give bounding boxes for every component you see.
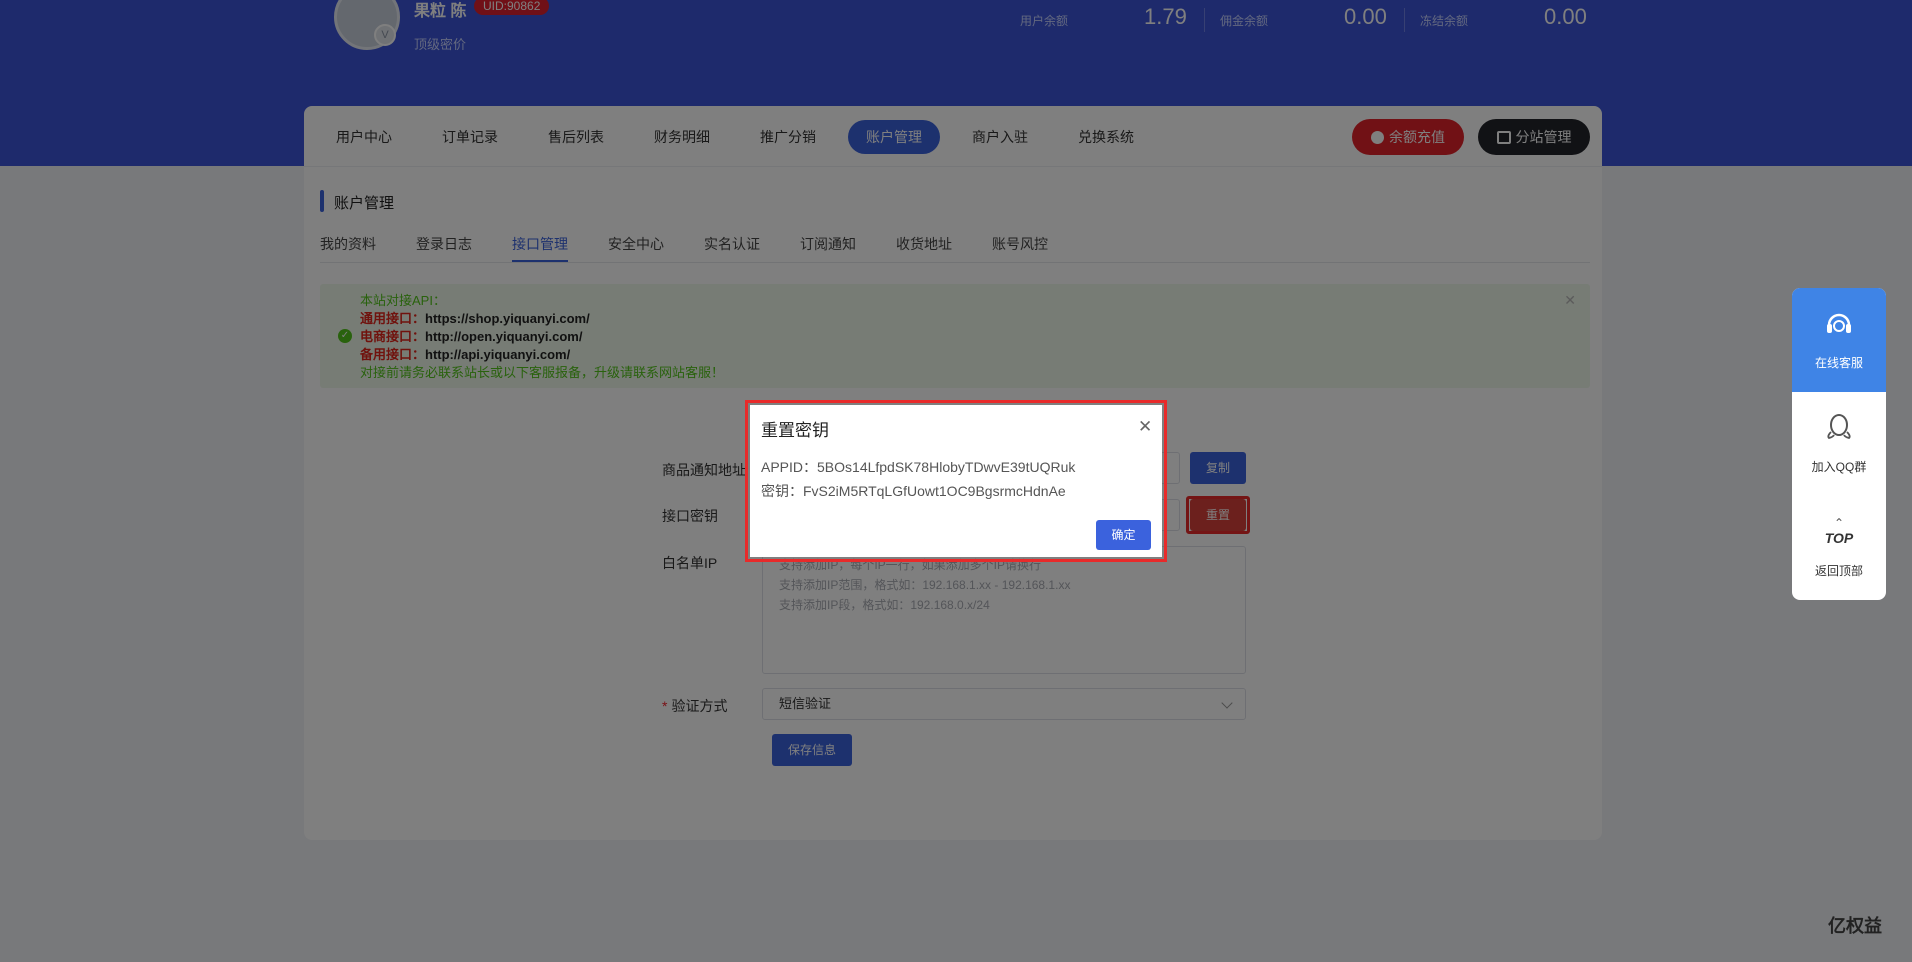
- reset-key-dialog: 重置密钥 ✕ APPID：5BOs14LfpdSK78HlobyTDwvE39t…: [750, 405, 1162, 557]
- brand-watermark: 亿权益: [1828, 916, 1882, 936]
- qq-icon: [1827, 414, 1851, 439]
- confirm-button[interactable]: 确定: [1096, 520, 1151, 550]
- online-service-button[interactable]: 在线客服: [1792, 288, 1886, 392]
- dialog-secret: 密钥：FvS2iM5RTqLGfUowt1OC9BgsrmcHdnAe: [761, 483, 1066, 499]
- arrow-up-icon: ⌃: [1833, 516, 1845, 530]
- qq-group-label: 加入QQ群: [1811, 460, 1867, 474]
- headset-icon: [1827, 313, 1851, 333]
- back-to-top-label: 返回顶部: [1814, 564, 1863, 578]
- close-icon[interactable]: ✕: [1138, 417, 1152, 437]
- dialog-title: 重置密钥: [761, 421, 829, 440]
- online-service-label: 在线客服: [1814, 356, 1863, 370]
- floating-sidebar: 在线客服 加入QQ群 ⌃ TOP 返回顶部: [1792, 288, 1886, 600]
- dialog-appid: APPID：5BOs14LfpdSK78HlobyTDwvE39tUQRuk: [761, 459, 1076, 475]
- top-text: TOP: [1824, 530, 1854, 546]
